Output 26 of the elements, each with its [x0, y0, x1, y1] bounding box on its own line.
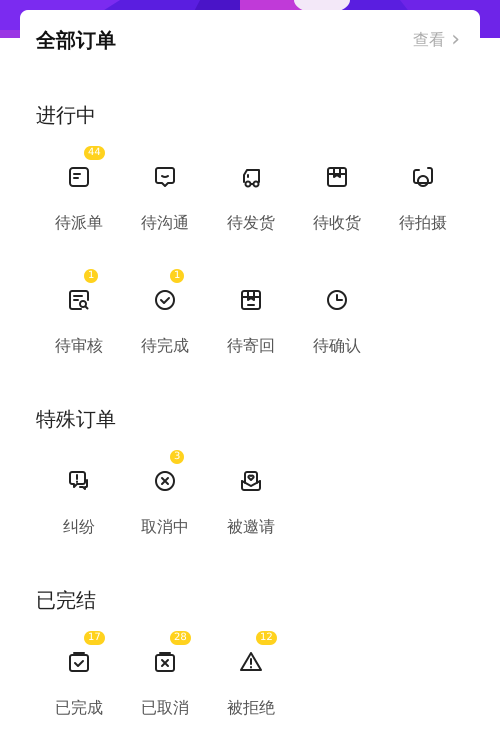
count-badge: 1 [84, 269, 98, 283]
count-badge: 3 [170, 450, 184, 464]
card-title: 全部订单 [36, 27, 116, 54]
section-heading: 特殊订单 [36, 406, 117, 433]
order-status-label[interactable]: 被拒绝 [227, 697, 275, 719]
order-status-label[interactable]: 待沟通 [141, 212, 189, 234]
order-status-label[interactable]: 待拍摄 [399, 212, 447, 234]
order-status-label[interactable]: 待收货 [313, 212, 361, 234]
order-status-label[interactable]: 已完成 [55, 697, 103, 719]
order-status-label[interactable]: 待发货 [227, 212, 275, 234]
order-status-label[interactable]: 纠纷 [63, 516, 95, 538]
order-status-label[interactable]: 待完成 [141, 335, 189, 357]
order-status-label[interactable]: 待派单 [55, 212, 103, 234]
count-badge: 1 [170, 269, 184, 283]
count-badge: 28 [170, 631, 191, 645]
order-status-label[interactable]: 已取消 [141, 697, 189, 719]
order-status-label[interactable]: 待审核 [55, 335, 103, 357]
section-heading: 已完结 [36, 587, 97, 614]
count-badge: 17 [84, 631, 105, 645]
section-heading: 进行中 [36, 102, 97, 129]
order-status-label[interactable]: 待确认 [313, 335, 361, 357]
count-badge: 12 [256, 631, 277, 645]
order-status-label[interactable]: 取消中 [141, 516, 189, 538]
count-badge: 44 [84, 146, 105, 160]
order-status-label[interactable]: 待寄回 [227, 335, 275, 357]
order-status-label[interactable]: 被邀请 [227, 516, 275, 538]
